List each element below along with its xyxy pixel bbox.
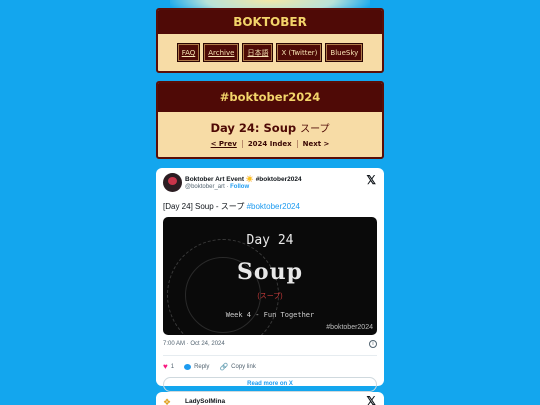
nav-twitter[interactable]: X (Twitter) <box>276 43 323 62</box>
like-button[interactable]: ♥ 1 <box>163 362 174 371</box>
tweet-timestamp: 7:00 AM · Oct 24, 2024 i <box>163 340 377 351</box>
avatar[interactable]: ❖ <box>163 397 177 405</box>
site-header-panel: BOKTOBER FAQ Archive 日本語 X (Twitter) Blu… <box>156 8 384 73</box>
pager-divider <box>241 140 243 148</box>
nav-faq[interactable]: FAQ <box>176 43 201 62</box>
nav-japanese[interactable]: 日本語 <box>242 43 274 62</box>
site-title: BOKTOBER <box>158 10 382 34</box>
nav-archive[interactable]: Archive <box>203 43 240 62</box>
link-icon: 🔗 <box>219 363 229 371</box>
tweet-text: [Day 24] Soup - スープ #boktober2024 <box>163 202 300 211</box>
info-icon[interactable]: i <box>369 340 377 348</box>
index-link[interactable]: 2024 Index <box>248 140 292 148</box>
heart-icon: ♥ <box>163 362 168 371</box>
pager: < Prev 2024 Index Next > <box>158 140 382 148</box>
like-count: 1 <box>170 363 175 370</box>
tweet-header: Boktober Art Event ☀️ #boktober2024 @bok… <box>163 173 377 197</box>
embedded-tweet: Boktober Art Event ☀️ #boktober2024 @bok… <box>156 168 384 392</box>
tweet-actions: ♥ 1 Reply 🔗 Copy link <box>163 362 377 371</box>
author-name[interactable]: Boktober Art Event ☀️ #boktober2024 <box>185 175 302 183</box>
image-hashtag: #boktober2024 <box>326 324 373 331</box>
nav-bar: FAQ Archive 日本語 X (Twitter) BlueSky <box>158 43 382 62</box>
reply-button[interactable]: Reply <box>184 363 209 370</box>
nav-bluesky[interactable]: BlueSky <box>325 43 364 62</box>
copy-link-button[interactable]: 🔗 Copy link <box>219 363 255 371</box>
divider <box>163 355 377 356</box>
image-word-jp: (スープ) <box>257 293 283 300</box>
next-link[interactable]: Next > <box>303 140 330 148</box>
read-more-button[interactable]: Read more on X <box>163 377 377 392</box>
image-week-text: Week 4 - Fun Together <box>225 311 315 319</box>
author-name[interactable]: LadySolMina <box>185 398 225 405</box>
pager-divider <box>296 140 298 148</box>
avatar[interactable] <box>163 173 182 192</box>
hashtag-title: #boktober2024 <box>158 83 382 112</box>
embedded-tweet-2: ❖ LadySolMina 𝕏 <box>156 392 384 405</box>
author-handle: @boktober_art · Follow <box>185 184 250 190</box>
prev-link[interactable]: < Prev <box>211 140 237 148</box>
x-logo-icon[interactable]: 𝕏 <box>366 173 376 187</box>
hashtag-link[interactable]: #boktober2024 <box>247 202 300 211</box>
day-title: Day 24: Soup スープ <box>210 121 330 135</box>
image-word-text: Soup <box>237 259 303 285</box>
reply-icon <box>184 363 192 370</box>
day-panel: #boktober2024 Day 24: Soup スープ < Prev 20… <box>156 81 384 159</box>
image-day-text: Day 24 <box>246 233 294 248</box>
x-logo-icon[interactable]: 𝕏 <box>366 394 376 405</box>
follow-link[interactable]: Follow <box>230 184 249 190</box>
tweet-image[interactable]: Day 24 Soup (スープ) Week 4 - Fun Together … <box>163 217 377 335</box>
